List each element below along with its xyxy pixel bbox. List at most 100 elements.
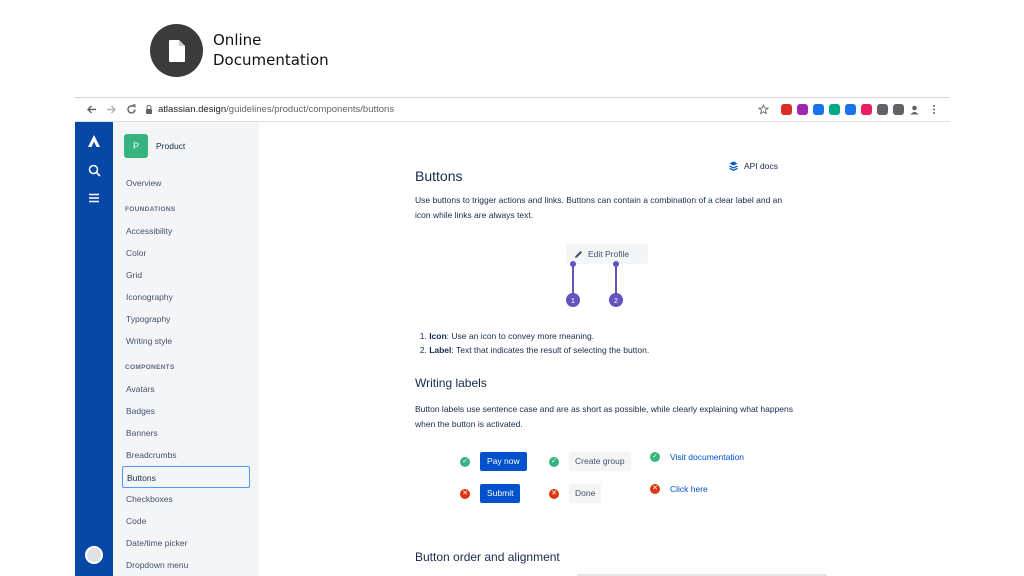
product-header[interactable]: P Product xyxy=(122,134,250,158)
edit-profile-demo-button: Edit Profile xyxy=(566,244,648,264)
sidebar-item-grid[interactable]: Grid xyxy=(122,264,250,286)
extension-5-icon[interactable] xyxy=(845,104,856,115)
bad-example-submit: ✕ Submit xyxy=(460,484,521,503)
sidebar-item-datetime-picker[interactable]: Date/time picker xyxy=(122,532,250,554)
bad-example-click-here: ✕ Click here xyxy=(650,484,708,494)
extension-icons xyxy=(781,104,904,115)
sidebar-item-overview[interactable]: Overview xyxy=(122,172,250,194)
sidebar-item-buttons[interactable]: Buttons xyxy=(122,466,250,488)
global-navigation xyxy=(75,122,113,576)
url-domain: atlassian.design xyxy=(158,104,227,115)
sidebar-item-accessibility[interactable]: Accessibility xyxy=(122,220,250,242)
pay-now-button[interactable]: Pay now xyxy=(480,452,527,471)
browser-window: atlassian.design/guidelines/product/comp… xyxy=(75,97,950,576)
slide-title-line1: Online xyxy=(213,31,262,49)
sidebar-item-code[interactable]: Code xyxy=(122,510,250,532)
sidebar-item-checkboxes[interactable]: Checkboxes xyxy=(122,488,250,510)
profile-button[interactable] xyxy=(904,100,924,120)
extension-1-icon[interactable] xyxy=(781,104,792,115)
writing-labels-heading: Writing labels xyxy=(415,376,487,390)
sidebar-section-components: COMPONENTS xyxy=(125,364,175,371)
extension-8-icon[interactable] xyxy=(893,104,904,115)
back-button[interactable] xyxy=(81,100,101,120)
sidebar-item-badges[interactable]: Badges xyxy=(122,400,250,422)
callout-line-icon xyxy=(572,264,574,294)
arrow-right-icon xyxy=(106,105,116,114)
search-icon[interactable] xyxy=(88,164,101,177)
anatomy-desc-icon: : Use an icon to convey more meaning. xyxy=(446,331,595,341)
visit-documentation-link[interactable]: Visit documentation xyxy=(670,452,744,462)
extension-7-icon[interactable] xyxy=(877,104,888,115)
address-bar[interactable]: atlassian.design/guidelines/product/comp… xyxy=(145,104,753,115)
anatomy-item-2: 2. Label: Text that indicates the result… xyxy=(415,345,650,355)
api-docs-label: API docs xyxy=(744,161,779,171)
anatomy-desc-label: : Text that indicates the result of sele… xyxy=(451,345,650,355)
writing-labels-text: Button labels use sentence case and are … xyxy=(415,404,794,429)
page-title: Buttons xyxy=(415,168,463,184)
product-name: Product xyxy=(156,141,186,151)
url-path: /guidelines/product/components/buttons xyxy=(226,104,395,115)
extension-3-icon[interactable] xyxy=(813,104,824,115)
callout-number-2: 2 xyxy=(609,293,623,307)
cross-icon: ✕ xyxy=(549,488,559,499)
sidebar-item-breadcrumbs[interactable]: Breadcrumbs xyxy=(122,444,250,466)
reload-icon xyxy=(126,104,136,114)
star-icon xyxy=(757,104,769,115)
slide-title-line2: Documentation xyxy=(213,51,329,69)
sidebar: P Product Overview FOUNDATIONS Accessibi… xyxy=(113,122,259,576)
callout-number-1: 1 xyxy=(566,293,580,307)
document-badge xyxy=(150,24,203,77)
browser-toolbar: atlassian.design/guidelines/product/comp… xyxy=(75,98,950,122)
intro-text: Use buttons to trigger actions and links… xyxy=(415,195,783,220)
more-vertical-icon xyxy=(933,105,935,114)
check-icon: ✓ xyxy=(460,456,470,467)
arrow-left-icon xyxy=(86,105,96,114)
hamburger-menu-icon[interactable] xyxy=(88,193,100,203)
anatomy-list: 1. Icon: Use an icon to convey more mean… xyxy=(415,329,650,357)
forward-button[interactable] xyxy=(101,100,121,120)
lock-icon xyxy=(146,105,152,114)
submit-button[interactable]: Submit xyxy=(480,484,521,503)
bookmark-star-button[interactable] xyxy=(753,100,773,120)
product-logo: P xyxy=(124,134,148,158)
sidebar-item-typography[interactable]: Typography xyxy=(122,308,250,330)
cross-icon: ✕ xyxy=(460,488,470,499)
anatomy-term-icon: Icon xyxy=(429,331,447,341)
good-example-pay-now: ✓ Pay now xyxy=(460,452,527,471)
sidebar-section-foundations: FOUNDATIONS xyxy=(125,206,176,213)
edit-profile-label: Edit Profile xyxy=(588,249,630,259)
page-viewport: P Product Overview FOUNDATIONS Accessibi… xyxy=(75,122,950,576)
check-icon: ✓ xyxy=(650,452,660,462)
sidebar-item-writing-style[interactable]: Writing style xyxy=(122,330,250,352)
sidebar-item-dropdown-menu[interactable]: Dropdown menu xyxy=(122,554,250,576)
check-icon: ✓ xyxy=(549,456,559,467)
done-button[interactable]: Done xyxy=(569,484,602,503)
api-docs-link[interactable]: API docs xyxy=(729,161,778,171)
reload-button[interactable] xyxy=(121,100,141,120)
presentation-slide: Online Documentation atlassian.design/gu… xyxy=(0,0,1024,576)
slide-title: Online Documentation xyxy=(213,30,329,70)
cross-icon: ✕ xyxy=(650,484,660,494)
anatomy-item-1: 1. Icon: Use an icon to convey more mean… xyxy=(415,331,595,341)
extension-2-icon[interactable] xyxy=(797,104,808,115)
sidebar-item-iconography[interactable]: Iconography xyxy=(122,286,250,308)
good-example-create-group: ✓ Create group xyxy=(549,452,631,471)
user-icon xyxy=(910,105,918,115)
sidebar-item-avatars[interactable]: Avatars xyxy=(122,378,250,400)
extension-4-icon[interactable] xyxy=(829,104,840,115)
pencil-icon xyxy=(575,250,582,258)
sidebar-item-banners[interactable]: Banners xyxy=(122,422,250,444)
user-avatar[interactable] xyxy=(85,546,103,564)
sidebar-item-color[interactable]: Color xyxy=(122,242,250,264)
stack-icon xyxy=(729,161,738,171)
create-group-button[interactable]: Create group xyxy=(569,452,631,471)
anatomy-term-label: Label xyxy=(429,345,452,355)
atlassian-logo-icon[interactable] xyxy=(87,134,101,148)
document-icon xyxy=(168,39,185,62)
extension-6-icon[interactable] xyxy=(861,104,872,115)
click-here-link[interactable]: Click here xyxy=(670,484,708,494)
menu-button[interactable] xyxy=(924,100,944,120)
bad-example-done: ✕ Done xyxy=(549,484,602,503)
button-order-heading: Button order and alignment xyxy=(415,550,560,564)
callout-line-label xyxy=(615,264,617,294)
